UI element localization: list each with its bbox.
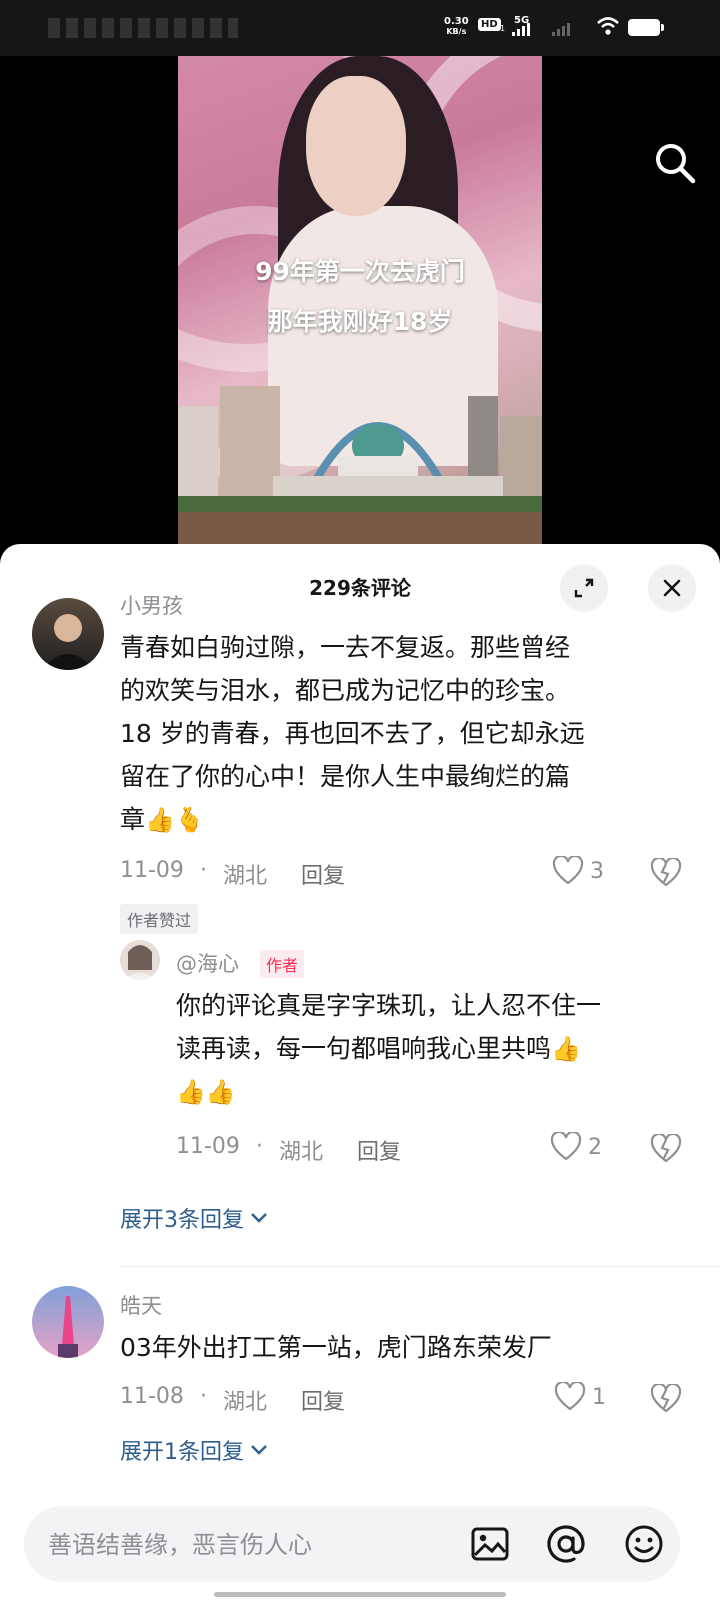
comments-sheet: 229条评论 小男孩 青春如白驹过隙，一去不复返。那些曾经 的欢笑与泪水，都已成… [0,544,720,1600]
comment-location: 湖北 [222,1390,267,1415]
expand-replies-label: 展开3条回复 [120,1208,244,1233]
avatar-image [124,945,156,980]
image-icon[interactable] [470,1524,510,1564]
avatar[interactable] [32,598,104,670]
expand-replies-button[interactable]: 展开1条回复 [120,1434,268,1466]
emoji-icon[interactable] [624,1524,664,1564]
expand-replies-button[interactable]: 展开3条回复 [120,1202,268,1234]
broken-heart-icon[interactable] [650,1384,682,1414]
home-indicator [214,1592,506,1597]
hd-sub: 1 [500,24,506,33]
comment-text-line: 03年外出打工第一站，虎门路东荣发厂 [120,1333,552,1362]
comment-text-line: 你的评论真是字字珠玑，让人忍不住一 [176,991,602,1020]
separator-dot: · [255,1134,263,1159]
reply-button[interactable]: 回复 [301,1384,345,1416]
like-count: 1 [592,1384,606,1410]
comment-username[interactable]: 皓天 [120,1290,162,1320]
chevron-down-icon [251,1213,267,1223]
comment-text: 03年外出打工第一站，虎门路东荣发厂 [120,1326,680,1369]
search-icon[interactable] [652,140,698,186]
signal-icon [512,22,530,36]
comment-text-line: 读再读，每一句都唱响我心里共鸣👍 [176,1027,696,1071]
like-button[interactable]: 3 [552,856,604,886]
close-icon [663,579,681,597]
wifi-icon [597,17,619,35]
broken-heart-icon[interactable] [650,1134,682,1164]
heart-icon [552,856,584,885]
comment-location: 湖北 [278,1140,323,1165]
separator-dot: · [199,1384,207,1409]
thumbs-up-emoji: 👍👍 [176,1078,236,1106]
expand-replies-label: 展开1条回复 [120,1440,244,1465]
avatar-image [42,614,94,670]
reply-username[interactable]: @海心 [176,948,239,978]
reply-button[interactable]: 回复 [301,858,345,890]
net-speed-unit: KB/s [446,27,467,36]
avatar[interactable] [120,940,160,980]
signal-icon-2 [552,22,570,36]
status-left-blurred [48,18,238,38]
comment-meta: 11-09 · 湖北 回复 [176,1134,401,1166]
net-speed: 0.30 KB/s [444,17,469,37]
like-count: 2 [588,1134,602,1160]
separator-dot: · [199,858,207,883]
reply-button[interactable]: 回复 [357,1134,401,1166]
avatar-image [58,1296,78,1358]
fullscreen-icon [574,578,594,598]
comment-text-tail: 读再读，每一句都唱响我心里共鸣 [176,1034,552,1063]
comment-username[interactable]: 小男孩 [120,590,183,620]
battery-icon [628,19,664,36]
status-bar: 0.30 KB/s HD 1 5G [0,0,720,56]
at-icon[interactable] [546,1524,586,1564]
comment-text-line: 青春如白驹过隙，一去不复返。那些曾经 [120,633,571,662]
video-caption-line1: 99年第一次去虎门 [255,257,465,286]
like-button[interactable]: 1 [554,1382,606,1412]
cityscape-image [178,386,542,516]
comments-count-title: 229条评论 [309,576,411,600]
thumbs-up-emoji: 👍 [551,1035,581,1063]
comment-text-line: 18 岁的青春，再也回不去了，但它却永远 [120,719,585,748]
like-button[interactable]: 2 [550,1132,602,1162]
comment-location: 湖北 [222,864,267,889]
net-speed-value: 0.30 [444,16,469,27]
comment-text-line: 的欢笑与泪水，都已成为记忆中的珍宝。 [120,676,571,705]
heart-icon [550,1132,582,1161]
comment-text-line: 留在了你的心中！是你人生中最绚烂的篇 [120,762,571,791]
comment-input-bar [24,1506,680,1582]
chevron-down-icon [251,1445,267,1455]
hd-icon: HD [478,18,501,31]
broken-heart-icon[interactable] [650,858,682,888]
like-count: 3 [590,858,604,884]
hd-label: HD [481,19,498,30]
thumbs-up-emoji: 👍🫰 [145,806,205,834]
video-player[interactable]: 99年第一次去虎门 那年我刚好18岁 [0,56,720,556]
comment-date: 11-08 [120,1384,184,1409]
comment-text-line: 章👍🫰 [120,798,680,842]
comment-date: 11-09 [120,858,184,883]
comment-text: 青春如白驹过隙，一去不复返。那些曾经 的欢笑与泪水，都已成为记忆中的珍宝。 18… [120,626,680,842]
heart-icon [554,1382,586,1411]
divider [120,1266,720,1267]
avatar[interactable] [32,1286,104,1358]
comment-text-tail: 章 [120,805,146,834]
reply-text: 你的评论真是字字珠玑，让人忍不住一 读再读，每一句都唱响我心里共鸣👍 👍👍 [176,984,696,1114]
author-tag: 作者 [260,950,305,978]
comment-date: 11-09 [176,1134,240,1159]
comment-meta: 11-09 · 湖北 回复 [120,858,345,890]
comment-meta: 11-08 · 湖北 回复 [120,1384,345,1416]
close-button[interactable] [648,564,696,612]
video-caption-line2: 那年我刚好18岁 [267,307,453,336]
author-liked-badge: 作者赞过 [120,904,199,934]
comment-input[interactable] [46,1524,450,1566]
fullscreen-button[interactable] [560,564,608,612]
